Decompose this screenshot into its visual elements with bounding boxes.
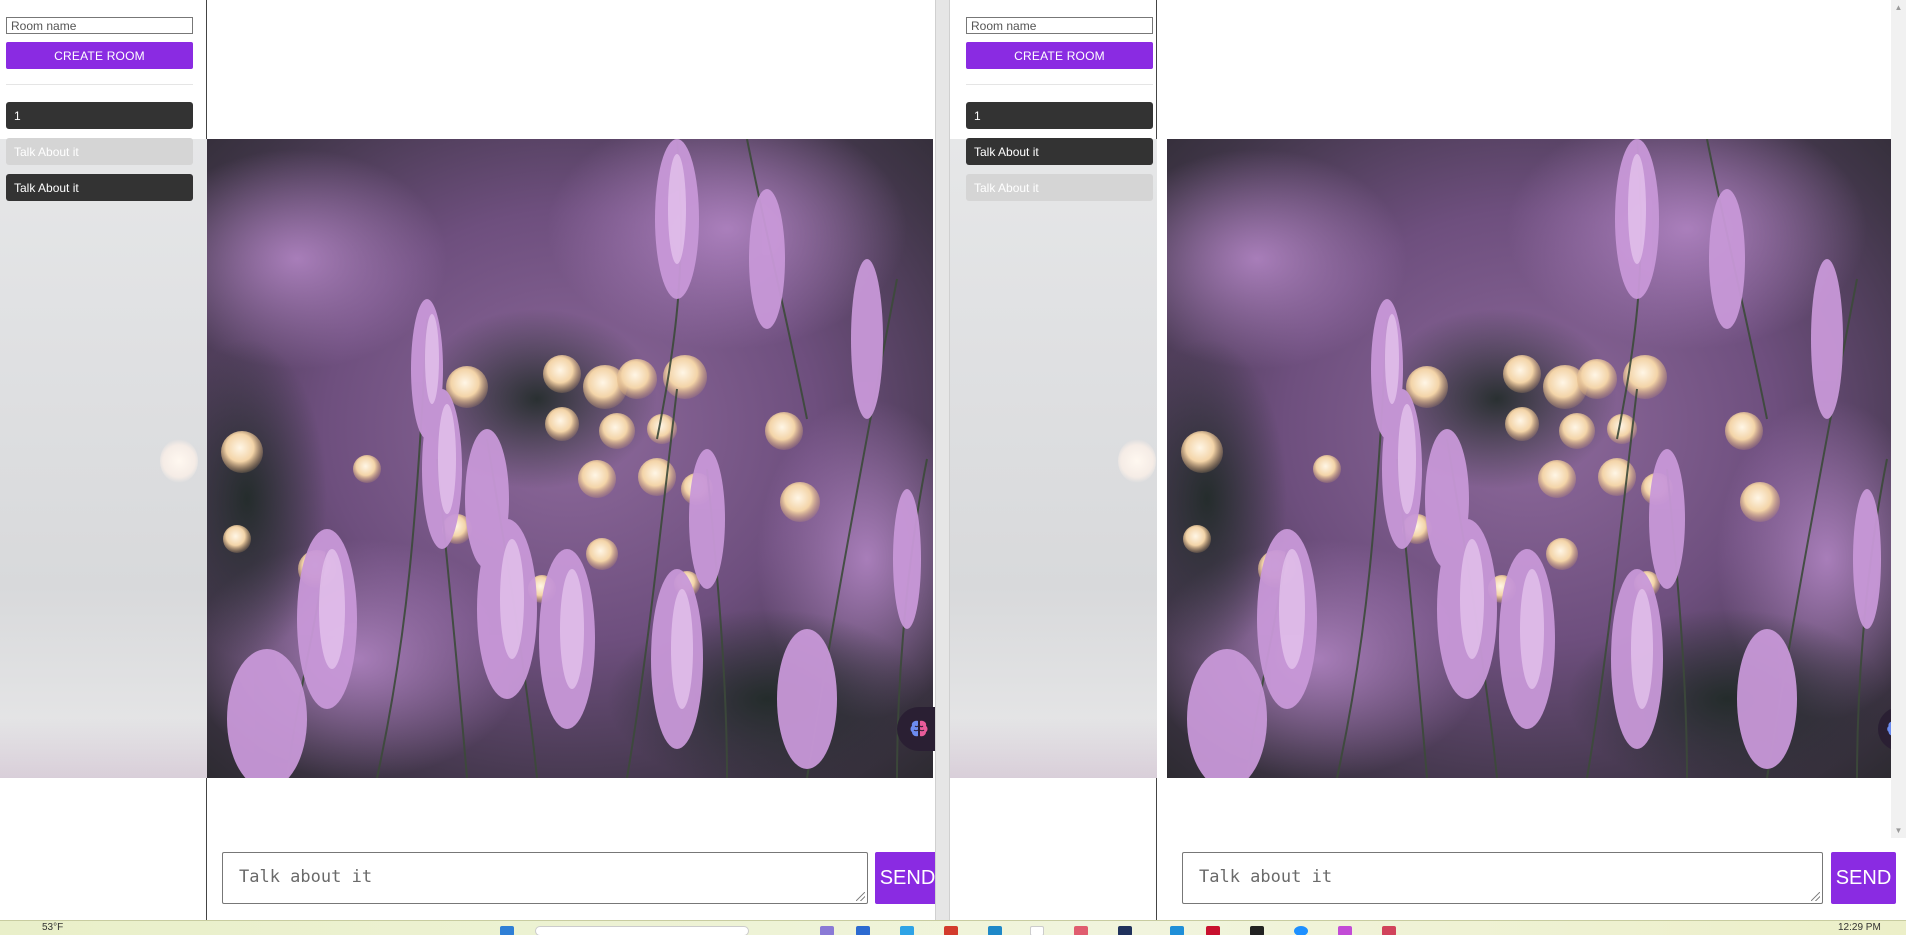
room-name-input[interactable]	[6, 17, 193, 34]
room-item[interactable]: Talk About it	[6, 174, 193, 201]
blurred-petals	[0, 718, 207, 778]
windows-start-icon[interactable]	[500, 926, 514, 935]
sidebar-background-image	[950, 139, 1157, 778]
app-icon[interactable]	[1170, 926, 1184, 935]
brain-icon[interactable]	[897, 707, 935, 751]
room-name-input[interactable]	[966, 17, 1153, 34]
app-icon[interactable]	[900, 926, 914, 935]
send-button[interactable]: SEND	[1831, 852, 1896, 904]
triangle-down-icon[interactable]: ▼	[1891, 823, 1906, 838]
room-item[interactable]: Talk About it	[966, 138, 1153, 165]
browser-pane-right: CREATE ROOM 1 Talk About it Talk About i…	[950, 0, 1906, 920]
send-button[interactable]: SEND	[875, 852, 935, 904]
chat-scrollbar[interactable]: ▲ ▼	[1891, 0, 1906, 838]
sidebar-background-image	[0, 139, 207, 778]
room-item[interactable]: 1	[966, 102, 1153, 129]
bokeh-light	[1118, 439, 1156, 483]
chat-background-photo	[1167, 139, 1893, 778]
room-item[interactable]: Talk About it	[6, 138, 193, 165]
chat-area: ▲ ▼ SEND	[1167, 0, 1906, 920]
triangle-up-icon[interactable]: ▲	[1891, 0, 1906, 15]
chat-background-photo	[207, 139, 933, 778]
app-icon[interactable]	[1074, 926, 1088, 935]
os-taskbar: 53°F 12:29 PM	[0, 920, 1906, 935]
app-icon[interactable]	[1118, 926, 1132, 935]
sidebar-divider	[6, 84, 193, 85]
app-icon[interactable]	[1206, 926, 1220, 935]
weather-readout[interactable]: 53°F	[42, 922, 63, 933]
message-input[interactable]	[222, 852, 868, 904]
create-room-button[interactable]: CREATE ROOM	[966, 42, 1153, 69]
bokeh-light	[160, 439, 198, 483]
app-icon[interactable]	[820, 926, 834, 935]
message-input-wrapper	[1182, 852, 1823, 904]
resize-grip-icon[interactable]	[1811, 892, 1820, 901]
pane-divider[interactable]	[935, 0, 950, 920]
message-input-wrapper	[222, 852, 868, 904]
blurred-petals	[950, 718, 1157, 778]
clock-readout[interactable]: 12:29 PM	[1838, 922, 1881, 933]
room-item[interactable]: Talk About it	[966, 174, 1153, 201]
taskbar-search-box[interactable]	[535, 926, 749, 935]
room-item[interactable]: 1	[6, 102, 193, 129]
app-icon[interactable]	[1030, 926, 1044, 935]
app-icon[interactable]	[856, 926, 870, 935]
browser-pane-left: CREATE ROOM 1 Talk About it Talk About i…	[0, 0, 935, 920]
app-icon[interactable]	[1382, 926, 1396, 935]
create-room-button[interactable]: CREATE ROOM	[6, 42, 193, 69]
room-sidebar: CREATE ROOM 1 Talk About it Talk About i…	[0, 0, 207, 920]
app-icon[interactable]	[944, 926, 958, 935]
room-sidebar: CREATE ROOM 1 Talk About it Talk About i…	[950, 0, 1157, 920]
app-icon[interactable]	[1338, 926, 1352, 935]
resize-grip-icon[interactable]	[856, 892, 865, 901]
message-input[interactable]	[1182, 852, 1823, 904]
app-icon[interactable]	[1294, 926, 1308, 935]
brain-icon-glyph	[910, 720, 928, 737]
app-icon[interactable]	[988, 926, 1002, 935]
app-icon[interactable]	[1250, 926, 1264, 935]
chat-area: ▲ ▼ SEND	[207, 0, 935, 920]
sidebar-divider	[966, 84, 1153, 85]
